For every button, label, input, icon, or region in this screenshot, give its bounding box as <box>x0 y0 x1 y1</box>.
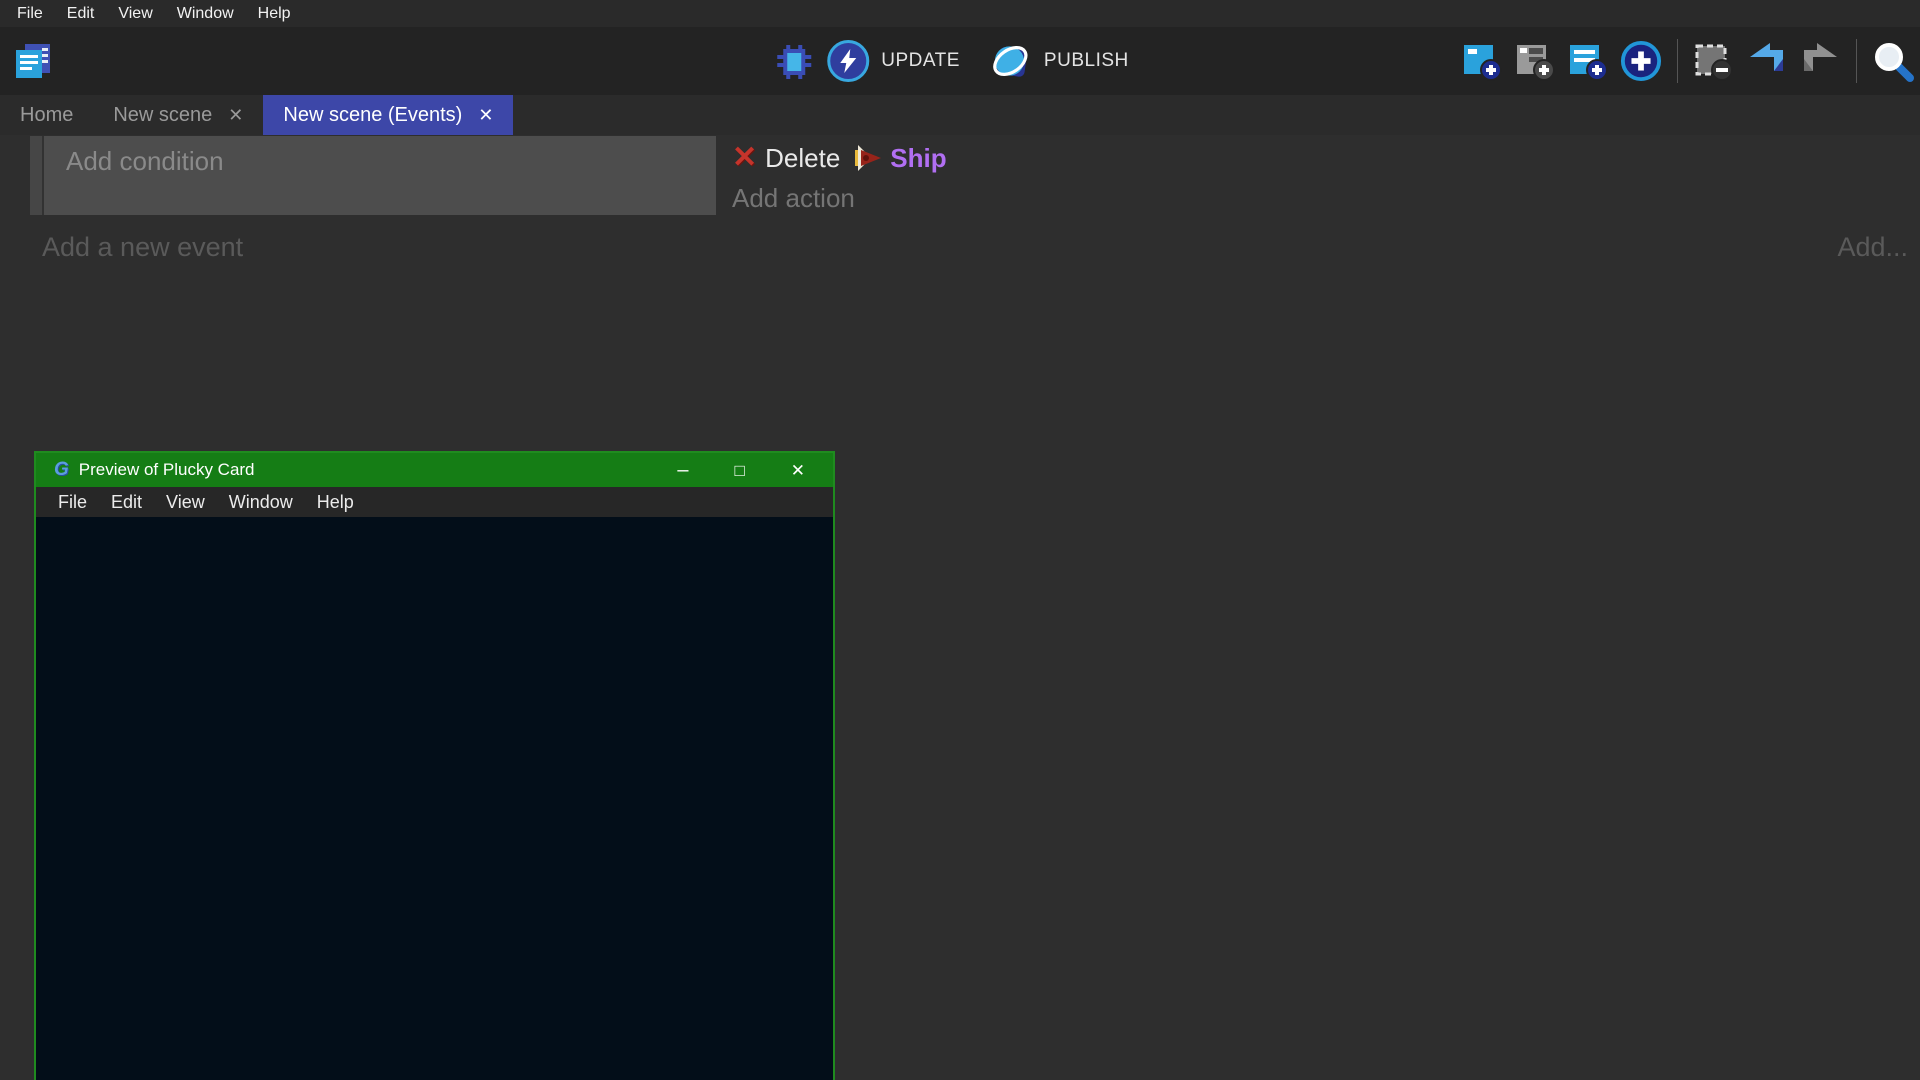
publish-button[interactable]: PUBLISH <box>1044 50 1129 72</box>
preview-titlebar[interactable]: G Preview of Plucky Card – □ ✕ <box>36 453 833 487</box>
tab-home[interactable]: Home <box>0 95 93 135</box>
maximize-icon[interactable]: □ <box>734 462 744 479</box>
close-icon[interactable]: ✕ <box>228 106 243 124</box>
game-preview-canvas[interactable] <box>36 517 833 1080</box>
menu-window[interactable]: Window <box>165 0 246 27</box>
add-condition-placeholder: Add condition <box>66 146 224 176</box>
toolbar-separator <box>1856 39 1857 83</box>
preview-menu-file[interactable]: File <box>46 487 99 517</box>
publish-icon[interactable] <box>990 40 1032 82</box>
event-drag-handle[interactable] <box>30 136 44 215</box>
add-more-button[interactable]: Add... <box>1837 232 1908 263</box>
tab-label: New scene <box>113 104 212 127</box>
add-event-icon[interactable] <box>1461 40 1503 82</box>
preview-window-title: Preview of Plucky Card <box>79 460 255 480</box>
gdevelop-logo-icon: G <box>54 459 69 481</box>
tab-label: New scene (Events) <box>283 104 462 127</box>
update-button[interactable]: UPDATE <box>881 50 960 72</box>
update-icon[interactable] <box>827 40 869 82</box>
toolbar-center-group: UPDATE PUBLISH <box>773 27 1146 95</box>
project-manager-icon[interactable] <box>12 40 54 82</box>
events-sheet: Add condition ✕ Delete Ship Add action <box>0 135 1920 1080</box>
add-event-row: Add a new event Add... <box>42 232 1908 263</box>
event-row: Add condition ✕ Delete Ship Add action <box>30 136 1920 215</box>
preview-menubar: File Edit View Window Help <box>36 487 833 517</box>
main-toolbar: UPDATE PUBLISH <box>0 27 1920 95</box>
menu-view[interactable]: View <box>106 0 164 27</box>
delete-selection-icon[interactable] <box>1693 40 1735 82</box>
action-object-name: Ship <box>890 143 946 174</box>
action-delete-ship[interactable]: ✕ Delete Ship <box>732 138 1920 178</box>
tab-new-scene-events[interactable]: New scene (Events) ✕ <box>263 95 513 135</box>
preview-menu-help[interactable]: Help <box>305 487 366 517</box>
add-new-event-button[interactable]: Add a new event <box>42 232 243 263</box>
preview-window: G Preview of Plucky Card – □ ✕ File Edit… <box>34 451 835 1080</box>
close-icon[interactable]: ✕ <box>478 106 493 124</box>
redo-icon[interactable] <box>1799 40 1841 82</box>
menu-edit[interactable]: Edit <box>55 0 107 27</box>
action-verb: Delete <box>765 143 840 174</box>
close-icon[interactable]: ✕ <box>791 462 805 479</box>
actions-cell: ✕ Delete Ship Add action <box>716 136 1920 215</box>
delete-action-icon: ✕ <box>732 143 757 173</box>
tab-new-scene[interactable]: New scene ✕ <box>93 95 263 135</box>
add-subevent-icon[interactable] <box>1514 40 1556 82</box>
add-condition-button[interactable]: Add condition <box>44 136 716 215</box>
debug-icon[interactable] <box>773 40 815 82</box>
window-controls: – □ ✕ <box>677 460 821 480</box>
ship-object-icon <box>854 145 882 171</box>
preview-menu-edit[interactable]: Edit <box>99 487 154 517</box>
add-comment-icon[interactable] <box>1567 40 1609 82</box>
tab-label: Home <box>20 104 73 127</box>
minimize-icon[interactable]: – <box>677 460 688 480</box>
menu-file[interactable]: File <box>5 0 55 27</box>
tab-bar: Home New scene ✕ New scene (Events) ✕ <box>0 95 1920 135</box>
preview-menu-window[interactable]: Window <box>217 487 305 517</box>
menu-help[interactable]: Help <box>246 0 303 27</box>
preview-menu-view[interactable]: View <box>154 487 217 517</box>
main-menubar: File Edit View Window Help <box>0 0 1920 27</box>
choose-add-event-icon[interactable] <box>1620 40 1662 82</box>
search-icon[interactable] <box>1872 40 1914 82</box>
undo-icon[interactable] <box>1746 40 1788 82</box>
toolbar-right-group <box>1461 27 1914 95</box>
add-action-button[interactable]: Add action <box>732 183 1920 214</box>
toolbar-separator <box>1677 39 1678 83</box>
